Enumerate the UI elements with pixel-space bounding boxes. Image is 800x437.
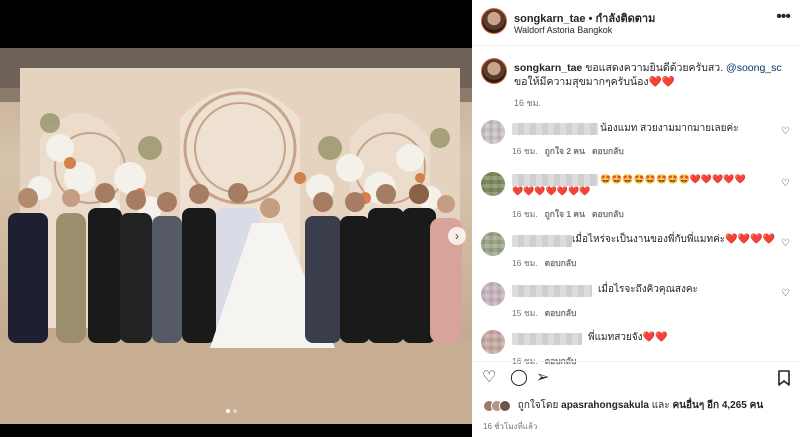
commenter-avatar[interactable] xyxy=(481,282,505,306)
wedding-photo-illustration xyxy=(0,48,472,424)
comment-text: 🤩🤩🤩🤩🤩🤩🤩🤩❤️❤️❤️❤️❤️ xyxy=(600,174,746,184)
reply-button[interactable]: ตอบกลับ xyxy=(592,209,624,219)
comment-text: น้องแมท สวยงามมากมายเลยค่ะ xyxy=(600,123,739,134)
caption-author-avatar[interactable] xyxy=(481,58,507,84)
carousel-indicator xyxy=(226,409,237,413)
comment-meta: 16 ชม. ถูกใจ 2 คน ตอบกลับ xyxy=(512,144,624,158)
chevron-right-icon: › xyxy=(455,229,459,243)
commenter-name-blurred[interactable] xyxy=(512,285,592,297)
comment-meta: 16 ชม. ถูกใจ 1 คน ตอบกลับ xyxy=(512,207,624,221)
liker-username[interactable]: apasrahongsakula xyxy=(561,400,649,411)
heart-icon[interactable]: ♡ xyxy=(781,288,790,299)
likes-middle: และ xyxy=(648,400,673,411)
caption-timestamp[interactable]: 16 ชม. xyxy=(514,96,541,110)
reply-button[interactable]: ตอบกลับ xyxy=(545,258,577,268)
commenter-avatar[interactable] xyxy=(481,172,505,196)
wedding-photo xyxy=(0,48,472,424)
caption-text: ขอแสดงความยินดีด้วยครับสว. xyxy=(582,62,727,74)
likes-others-link[interactable]: คนอื่นๆ อีก 4,265 คน xyxy=(672,400,763,411)
author-avatar[interactable] xyxy=(481,8,507,34)
liker-avatar[interactable] xyxy=(499,399,511,412)
likes-summary: ถูกใจโดย apasrahongsakula และ คนอื่นๆ อี… xyxy=(483,398,763,413)
reply-button[interactable]: ตอบกลับ xyxy=(545,308,577,318)
bookmark-icon[interactable] xyxy=(778,370,790,390)
following-button[interactable]: กำลังติดตาม xyxy=(596,13,656,25)
location-link[interactable]: Waldorf Astoria Bangkok xyxy=(514,25,612,35)
carousel-dot-active xyxy=(226,409,230,413)
comment-text-line2: ❤️❤️❤️❤️❤️❤️❤️ xyxy=(512,186,591,196)
caption-mention[interactable]: @soong_sc xyxy=(726,62,782,74)
carousel-next-button[interactable]: › xyxy=(448,227,466,245)
caption-text-end: ขอให้มีความสุขมากๆครับน้อง xyxy=(514,76,649,88)
commenter-name-blurred[interactable] xyxy=(512,333,582,345)
likes-prefix: ถูกใจโดย xyxy=(517,400,562,411)
commenter-name-blurred[interactable] xyxy=(512,235,572,247)
heart-icon[interactable]: ♡ xyxy=(482,370,496,386)
commenter-avatar[interactable] xyxy=(481,330,505,354)
commenter-avatar[interactable] xyxy=(481,120,505,144)
comment-text: พี่แมทสวยจัง❤️❤️ xyxy=(588,332,668,343)
heart-icon[interactable]: ♡ xyxy=(781,238,790,249)
post-header: songkarn_tae • กำลังติดตาม Waldorf Astor… xyxy=(472,0,800,46)
caption-username[interactable]: songkarn_tae xyxy=(514,62,582,74)
reply-button[interactable]: ตอบกลับ xyxy=(592,146,624,156)
heart-icon[interactable]: ♡ xyxy=(781,126,790,137)
caption: songkarn_tae ขอแสดงความยินดีด้วยครับสว. … xyxy=(514,61,789,89)
heart-icon[interactable]: ♡ xyxy=(781,178,790,189)
post-media: › xyxy=(0,0,472,437)
author-username[interactable]: songkarn_tae xyxy=(514,13,586,25)
comment-time[interactable]: 16 ชม. xyxy=(512,146,538,156)
comment-icon[interactable]: ◯ xyxy=(510,370,528,386)
comment-time[interactable]: 15 ชม. xyxy=(512,308,538,318)
comment-likes[interactable]: ถูกใจ 1 คน xyxy=(545,209,585,219)
more-horizontal-icon[interactable]: ••• xyxy=(776,8,791,26)
commenter-avatar[interactable] xyxy=(481,232,505,256)
comment-text: เมื่อไหร่จะเป็นงานของพี่กับพี่แมทค่ะ❤️❤️… xyxy=(572,234,775,245)
comment-time[interactable]: 16 ชม. xyxy=(512,209,538,219)
caption-hearts: ❤️❤️ xyxy=(648,76,675,88)
comment-meta: 15 ชม. ตอบกลับ xyxy=(512,306,576,320)
commenter-name-blurred[interactable] xyxy=(512,123,598,135)
post-timestamp[interactable]: 16 ชั่วโมงที่แล้ว xyxy=(483,420,537,433)
comment-time[interactable]: 16 ชม. xyxy=(512,258,538,268)
post-details-panel: songkarn_tae • กำลังติดตาม Waldorf Astor… xyxy=(472,0,800,437)
share-icon[interactable]: ➢ xyxy=(536,370,549,386)
comment-meta: 16 ชม. ตอบกลับ xyxy=(512,256,576,270)
post-actions-bar: ♡ ◯ ➢ xyxy=(472,361,800,391)
comment-likes[interactable]: ถูกใจ 2 คน xyxy=(545,146,585,156)
comment-text: เมื่อไรจะถึงคิวคุณสงคะ xyxy=(598,284,698,295)
carousel-dot xyxy=(233,409,237,413)
header-separator: • xyxy=(588,13,593,25)
